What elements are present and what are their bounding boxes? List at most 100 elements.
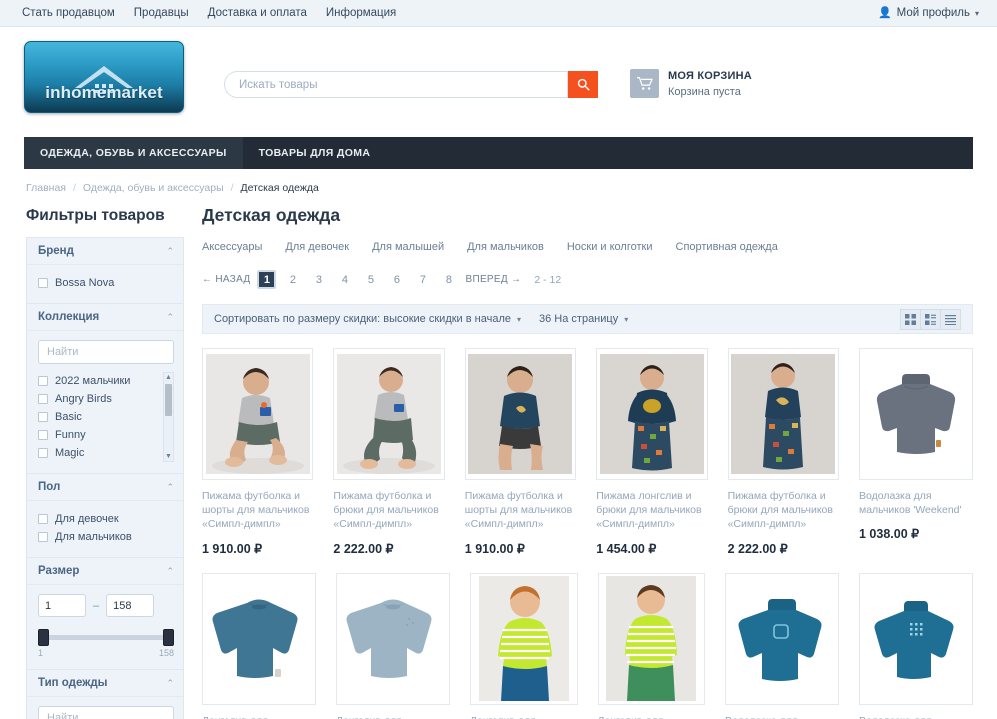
pagination-page-7[interactable]: 7 bbox=[413, 270, 432, 289]
checkbox-row-funny[interactable]: Funny bbox=[38, 426, 160, 444]
breadcrumb-item-clothing[interactable]: Одежда, обувь и аксессуары bbox=[83, 182, 224, 194]
pagination-page-1[interactable]: 1 bbox=[257, 270, 276, 289]
product-image[interactable] bbox=[202, 348, 313, 480]
checkbox-row-basic[interactable]: Basic bbox=[38, 408, 160, 426]
product-card[interactable]: Водолазка для мальчиков 'Weekend' 1 038.… bbox=[859, 348, 973, 556]
pagination-page-5[interactable]: 5 bbox=[361, 270, 380, 289]
list-view-button[interactable] bbox=[940, 309, 961, 330]
pagination-page-4[interactable]: 4 bbox=[335, 270, 354, 289]
checkbox-row-angry-birds[interactable]: Angry Birds bbox=[38, 390, 160, 408]
product-card[interactable]: Лонгслив для мальчиков bbox=[470, 573, 578, 719]
checkbox-row-for-boys[interactable]: Для мальчиков bbox=[38, 528, 174, 546]
checkbox-icon[interactable] bbox=[38, 376, 48, 386]
site-logo[interactable]: inhomemarket bbox=[24, 41, 184, 113]
checkbox-row-bossa-nova[interactable]: Bossa Nova bbox=[38, 274, 174, 292]
product-card[interactable]: Пижама футболка и брюки для мальчиков «С… bbox=[333, 348, 444, 556]
pagination-next[interactable]: ВПЕРЕД → bbox=[465, 274, 521, 285]
product-name[interactable]: Пижама лонгслив и брюки для мальчиков «С… bbox=[596, 489, 707, 532]
product-name[interactable]: Лонгслив для мальчиков 'Basic' bbox=[336, 714, 450, 719]
facet-clothing-type-header[interactable]: Тип одежды ⌃ bbox=[27, 670, 183, 697]
product-image[interactable] bbox=[596, 348, 707, 480]
top-link-become-seller[interactable]: Стать продавцом bbox=[22, 7, 115, 19]
facet-gender-header[interactable]: Пол ⌃ bbox=[27, 474, 183, 501]
product-card[interactable]: Пижама лонгслив и брюки для мальчиков «С… bbox=[596, 348, 707, 556]
pagination-prev[interactable]: ← НАЗАД bbox=[202, 274, 250, 285]
facet-collection-header[interactable]: Коллекция ⌃ bbox=[27, 304, 183, 331]
subcategory-for-boys[interactable]: Для мальчиков bbox=[467, 241, 544, 253]
product-image[interactable] bbox=[859, 348, 973, 480]
slider-handle-max[interactable] bbox=[163, 629, 174, 646]
checkbox-row-2022-boys[interactable]: 2022 мальчики bbox=[38, 372, 160, 390]
product-name[interactable]: Лонгслив для мальчиков bbox=[598, 714, 706, 719]
grid-list-view-button[interactable] bbox=[920, 309, 941, 330]
size-min-input[interactable] bbox=[38, 594, 86, 617]
collection-scrollbar[interactable]: ▲ ▼ bbox=[163, 372, 174, 462]
scrollbar-thumb[interactable] bbox=[165, 384, 172, 416]
product-name[interactable]: Водолазка для мальчиков 'Weekend' bbox=[725, 714, 839, 719]
product-name[interactable]: Пижама футболка и шорты для мальчиков «С… bbox=[202, 489, 313, 532]
product-card[interactable]: Водолазка для мальчиков 'Weekend' bbox=[859, 573, 973, 719]
subcategory-socks-tights[interactable]: Носки и колготки bbox=[567, 241, 653, 253]
checkbox-icon[interactable] bbox=[38, 412, 48, 422]
clothing-type-search-input[interactable] bbox=[38, 706, 174, 719]
cart-widget[interactable]: МОЯ КОРЗИНА Корзина пуста bbox=[630, 69, 752, 100]
pagination-page-8[interactable]: 8 bbox=[439, 270, 458, 289]
pagination-page-6[interactable]: 6 bbox=[387, 270, 406, 289]
product-image[interactable] bbox=[336, 573, 450, 705]
product-image[interactable] bbox=[728, 348, 839, 480]
product-image[interactable] bbox=[202, 573, 316, 705]
size-range-slider[interactable] bbox=[38, 629, 174, 646]
checkbox-icon[interactable] bbox=[38, 514, 48, 524]
top-link-information[interactable]: Информация bbox=[326, 7, 396, 19]
collection-search-input[interactable] bbox=[38, 340, 174, 364]
facet-brand-header[interactable]: Бренд ⌃ bbox=[27, 238, 183, 265]
product-image[interactable] bbox=[470, 573, 578, 705]
product-name[interactable]: Пижама футболка и брюки для мальчиков «С… bbox=[333, 489, 444, 532]
product-card[interactable]: Пижама футболка и шорты для мальчиков «С… bbox=[202, 348, 313, 556]
nav-item-home-goods[interactable]: ТОВАРЫ ДЛЯ ДОМА bbox=[243, 137, 387, 169]
subcategory-for-toddlers[interactable]: Для малышей bbox=[372, 241, 444, 253]
product-name[interactable]: Пижама футболка и брюки для мальчиков «С… bbox=[728, 489, 839, 532]
product-name[interactable]: Лонгслив для мальчиков 'Basic' bbox=[202, 714, 316, 719]
checkbox-icon[interactable] bbox=[38, 430, 48, 440]
subcategory-accessories[interactable]: Аксессуары bbox=[202, 241, 262, 253]
product-image[interactable] bbox=[333, 348, 444, 480]
facet-size-header[interactable]: Размер ⌃ bbox=[27, 558, 183, 585]
perpage-dropdown[interactable]: 36 На страницу ▾ bbox=[539, 313, 628, 325]
product-name[interactable]: Пижама футболка и шорты для мальчиков «С… bbox=[465, 489, 576, 532]
pagination-page-3[interactable]: 3 bbox=[309, 270, 328, 289]
breadcrumb-item-home[interactable]: Главная bbox=[26, 182, 66, 194]
product-card[interactable]: Пижама футболка и брюки для мальчиков «С… bbox=[728, 348, 839, 556]
checkbox-icon[interactable] bbox=[38, 532, 48, 542]
product-card[interactable]: Лонгслив для мальчиков 'Basic' bbox=[202, 573, 316, 719]
top-link-delivery-payment[interactable]: Доставка и оплата bbox=[208, 7, 307, 19]
profile-menu[interactable]: 👤 Мой профиль ▾ bbox=[878, 7, 979, 19]
product-name[interactable]: Лонгслив для мальчиков bbox=[470, 714, 578, 719]
checkbox-row-magic[interactable]: Magic bbox=[38, 444, 160, 462]
product-name[interactable]: Водолазка для мальчиков 'Weekend' bbox=[859, 714, 973, 719]
checkbox-icon[interactable] bbox=[38, 448, 48, 458]
scroll-up-arrow-icon[interactable]: ▲ bbox=[165, 374, 172, 381]
subcategory-for-girls[interactable]: Для девочек bbox=[285, 241, 349, 253]
sort-dropdown[interactable]: Сортировать по размеру скидки: высокие с… bbox=[214, 313, 521, 325]
slider-handle-min[interactable] bbox=[38, 629, 49, 646]
product-image[interactable] bbox=[465, 348, 576, 480]
pagination-page-2[interactable]: 2 bbox=[283, 270, 302, 289]
product-card[interactable]: Лонгслив для мальчиков bbox=[598, 573, 706, 719]
product-card[interactable]: Водолазка для мальчиков 'Weekend' bbox=[725, 573, 839, 719]
product-image[interactable] bbox=[725, 573, 839, 705]
checkbox-row-for-girls[interactable]: Для девочек bbox=[38, 510, 174, 528]
checkbox-icon[interactable] bbox=[38, 278, 48, 288]
product-card[interactable]: Пижама футболка и шорты для мальчиков «С… bbox=[465, 348, 576, 556]
product-image[interactable] bbox=[859, 573, 973, 705]
product-image[interactable] bbox=[598, 573, 706, 705]
scroll-down-arrow-icon[interactable]: ▼ bbox=[165, 453, 172, 460]
nav-item-clothing-shoes-accessories[interactable]: ОДЕЖДА, ОБУВЬ И АКСЕССУАРЫ bbox=[24, 137, 243, 169]
top-link-sellers[interactable]: Продавцы bbox=[134, 7, 189, 19]
grid-view-button[interactable] bbox=[900, 309, 921, 330]
checkbox-icon[interactable] bbox=[38, 394, 48, 404]
search-button[interactable] bbox=[568, 71, 598, 98]
search-input[interactable] bbox=[224, 71, 568, 98]
subcategory-sportswear[interactable]: Спортивная одежда bbox=[676, 241, 778, 253]
product-name[interactable]: Водолазка для мальчиков 'Weekend' bbox=[859, 489, 973, 517]
